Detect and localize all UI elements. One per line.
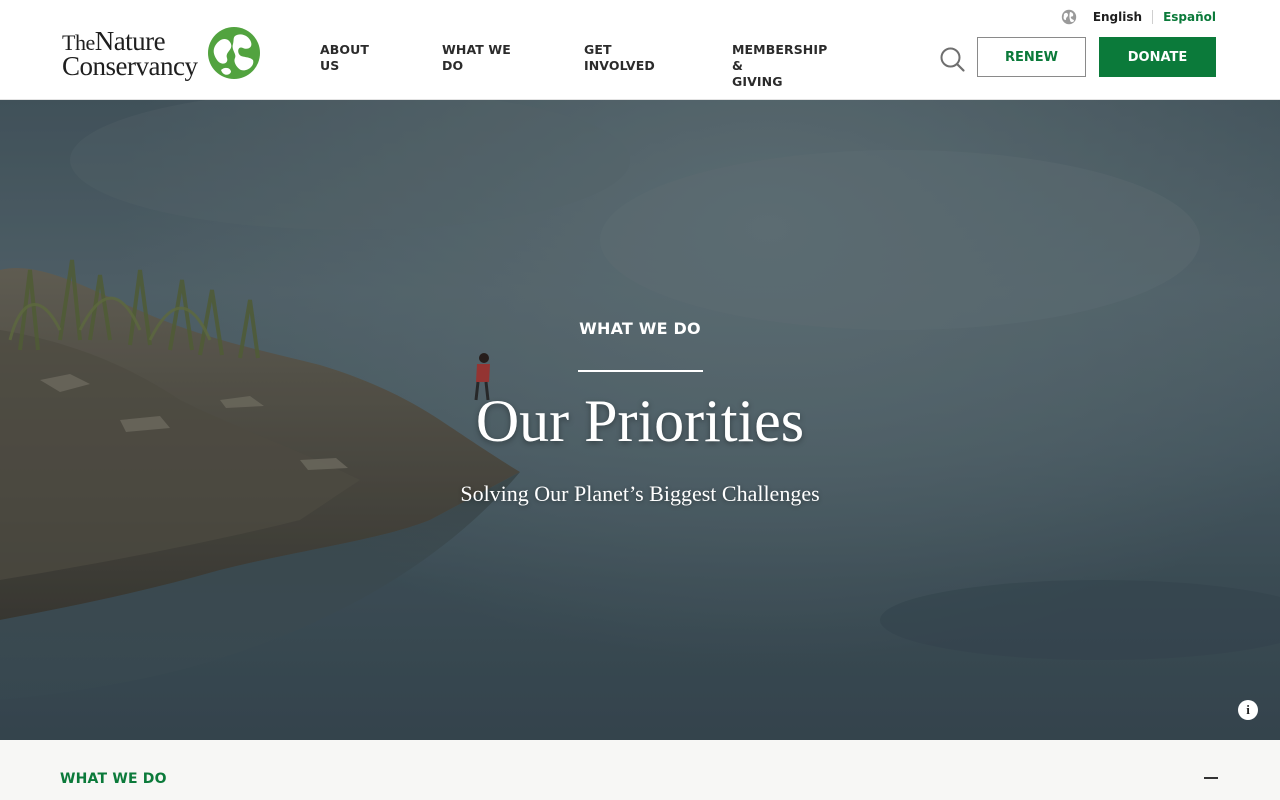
section-title: WHAT WE DO bbox=[60, 771, 167, 787]
nav-item-what-we-do[interactable]: WHAT WE DO bbox=[442, 42, 584, 90]
nav-label: WHAT WE bbox=[442, 42, 511, 57]
hero-banner: WHAT WE DO Our Priorities Solving Our Pl… bbox=[0, 100, 1280, 740]
minus-icon[interactable] bbox=[1204, 770, 1222, 786]
page-subtitle: Solving Our Planet’s Biggest Challenges bbox=[460, 481, 820, 506]
nav-item-get-involved[interactable]: GET INVOLVED bbox=[584, 42, 732, 90]
hero-divider bbox=[578, 370, 703, 372]
nav-label: GIVING bbox=[732, 74, 783, 89]
site-header: TheNature Conservancy ABOUT US WHAT WE D… bbox=[0, 0, 1280, 100]
info-icon[interactable]: i bbox=[1238, 700, 1258, 720]
site-logo[interactable]: TheNature Conservancy bbox=[62, 24, 262, 84]
page-title: Our Priorities bbox=[475, 388, 805, 454]
nav-label: US bbox=[320, 58, 340, 73]
nav-label: ABOUT bbox=[320, 42, 370, 57]
nav-label: DO bbox=[442, 58, 464, 73]
nav-label: GET bbox=[584, 42, 612, 57]
section-accordion-header: WHAT WE DO bbox=[0, 740, 1280, 800]
nav-item-about-us[interactable]: ABOUT US bbox=[320, 42, 442, 90]
language-switcher: English Español bbox=[1061, 8, 1216, 26]
logo-globe-icon bbox=[208, 27, 260, 79]
hero-eyebrow: WHAT WE DO bbox=[579, 319, 701, 338]
renew-button[interactable]: RENEW bbox=[977, 37, 1086, 77]
logo-line2: Conservancy bbox=[62, 51, 198, 81]
globe-icon bbox=[1061, 9, 1077, 25]
logo-wordmark: TheNature Conservancy bbox=[62, 28, 204, 81]
language-english[interactable]: English bbox=[1093, 10, 1154, 24]
search-icon[interactable] bbox=[938, 45, 966, 73]
language-espanol[interactable]: Español bbox=[1153, 10, 1216, 24]
nav-label: MEMBERSHIP & bbox=[732, 42, 828, 73]
main-nav: ABOUT US WHAT WE DO GET INVOLVED MEMBERS… bbox=[320, 42, 842, 90]
nav-label: INVOLVED bbox=[584, 58, 655, 73]
donate-button[interactable]: DONATE bbox=[1099, 37, 1216, 77]
nav-item-membership-giving[interactable]: MEMBERSHIP & GIVING bbox=[732, 42, 842, 90]
